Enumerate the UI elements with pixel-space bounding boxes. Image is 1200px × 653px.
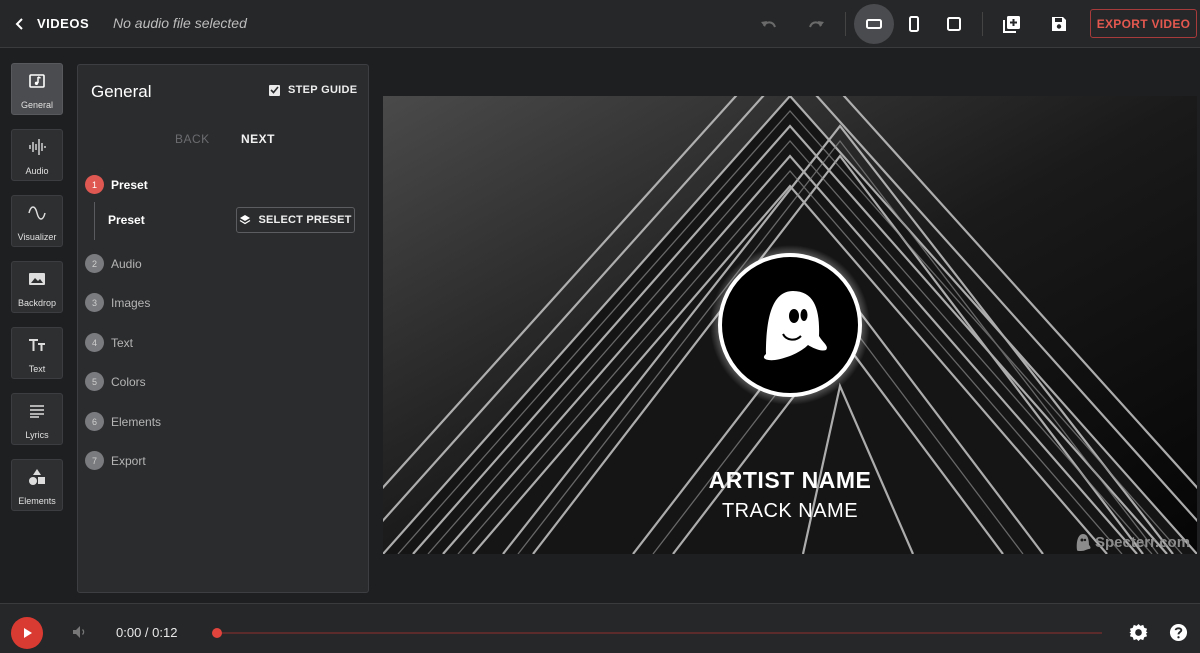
play-button[interactable] (11, 617, 43, 649)
play-icon (24, 628, 32, 638)
volume-icon[interactable] (72, 625, 88, 644)
step-number: 1 (85, 175, 104, 194)
music-note-icon (29, 70, 45, 92)
step-number: 5 (85, 372, 104, 391)
step-number: 3 (85, 293, 104, 312)
step-number: 7 (85, 451, 104, 470)
step-connector (94, 202, 95, 240)
step-preset[interactable]: 1 Preset (85, 175, 148, 194)
select-preset-button[interactable]: SELECT PRESET (236, 207, 355, 233)
save-icon[interactable] (1044, 9, 1074, 39)
artist-name-text: ARTIST NAME (708, 467, 872, 493)
undo-icon[interactable] (754, 9, 784, 39)
step-number: 6 (85, 412, 104, 431)
sidebar-item-backdrop[interactable]: Backdrop (11, 261, 63, 313)
square-aspect-icon[interactable] (939, 9, 969, 39)
waveform-icon (28, 136, 46, 158)
lines-icon (29, 400, 45, 422)
track-name-text: TRACK NAME (721, 500, 859, 522)
sidebar-item-label: Text (28, 364, 46, 374)
step-audio[interactable]: 2 Audio (85, 254, 142, 273)
top-bar: VIDEOS No audio file selected EXPORT VID… (0, 0, 1200, 48)
sidebar-item-text[interactable]: Text (11, 327, 63, 379)
seek-bar[interactable] (216, 632, 1102, 634)
sidebar-item-elements[interactable]: Elements (11, 459, 63, 511)
watermark: Specterr.com (1074, 532, 1190, 552)
step-guide-toggle[interactable]: STEP GUIDE (269, 84, 357, 96)
watermark-text: Specterr.com (1095, 533, 1191, 551)
sidebar: General Audio Visualizer Backdrop Text L… (0, 49, 74, 603)
shapes-icon (28, 466, 46, 488)
sidebar-item-visualizer[interactable]: Visualizer (11, 195, 63, 247)
sidebar-item-label: Backdrop (17, 298, 57, 308)
settings-gear-icon[interactable] (1129, 623, 1148, 647)
help-icon[interactable] (1169, 623, 1188, 647)
step-guide-label: STEP GUIDE (288, 84, 358, 96)
sidebar-item-general[interactable]: General (11, 63, 63, 115)
general-panel: General STEP GUIDE BACK NEXT 1 Preset Pr… (77, 64, 369, 593)
playback-time: 0:00 / 0:12 (116, 625, 178, 640)
back-button[interactable]: BACK (175, 132, 210, 146)
step-label: Elements (111, 414, 162, 429)
step-label: Images (111, 295, 151, 310)
landscape-aspect-icon[interactable] (854, 4, 894, 44)
step-elements[interactable]: 6 Elements (85, 412, 161, 431)
portrait-aspect-icon[interactable] (899, 9, 929, 39)
sidebar-item-label: Lyrics (25, 430, 49, 440)
next-button[interactable]: NEXT (241, 132, 275, 146)
step-label: Export (111, 453, 146, 468)
step-label: Audio (111, 256, 142, 271)
step-number: 2 (85, 254, 104, 273)
sidebar-item-lyrics[interactable]: Lyrics (11, 393, 63, 445)
step-images[interactable]: 3 Images (85, 293, 150, 312)
audio-status-text: No audio file selected (113, 15, 247, 31)
preset-sub-label: Preset (108, 213, 145, 227)
toolbar-divider (845, 12, 846, 36)
sidebar-item-label: General (20, 100, 54, 110)
step-label: Colors (111, 374, 146, 389)
sidebar-item-label: Audio (25, 166, 49, 176)
checkbox-checked-icon[interactable] (269, 84, 280, 96)
layers-icon (240, 215, 251, 225)
export-video-button[interactable]: EXPORT VIDEO (1090, 9, 1197, 38)
step-label: Preset (111, 177, 148, 192)
text-icon (28, 334, 46, 356)
sine-wave-icon (28, 202, 46, 224)
image-icon (28, 268, 46, 290)
step-export[interactable]: 7 Export (85, 451, 146, 470)
select-preset-label: SELECT PRESET (258, 214, 352, 226)
toolbar-divider (982, 12, 983, 36)
player-bar: 0:00 / 0:12 (0, 603, 1200, 653)
step-text[interactable]: 4 Text (85, 333, 133, 352)
step-colors[interactable]: 5 Colors (85, 372, 146, 391)
step-number: 4 (85, 333, 104, 352)
back-arrow-icon[interactable] (8, 12, 32, 36)
sidebar-item-audio[interactable]: Audio (11, 129, 63, 181)
seek-handle[interactable] (212, 628, 222, 638)
panel-title: General (91, 82, 152, 101)
videos-link[interactable]: VIDEOS (37, 16, 89, 31)
sidebar-item-label: Elements (18, 496, 56, 506)
add-layer-icon[interactable] (997, 9, 1027, 39)
sidebar-item-label: Visualizer (17, 232, 57, 242)
ghost-watermark-icon (1076, 534, 1091, 551)
redo-icon[interactable] (801, 9, 831, 39)
step-label: Text (111, 335, 134, 350)
